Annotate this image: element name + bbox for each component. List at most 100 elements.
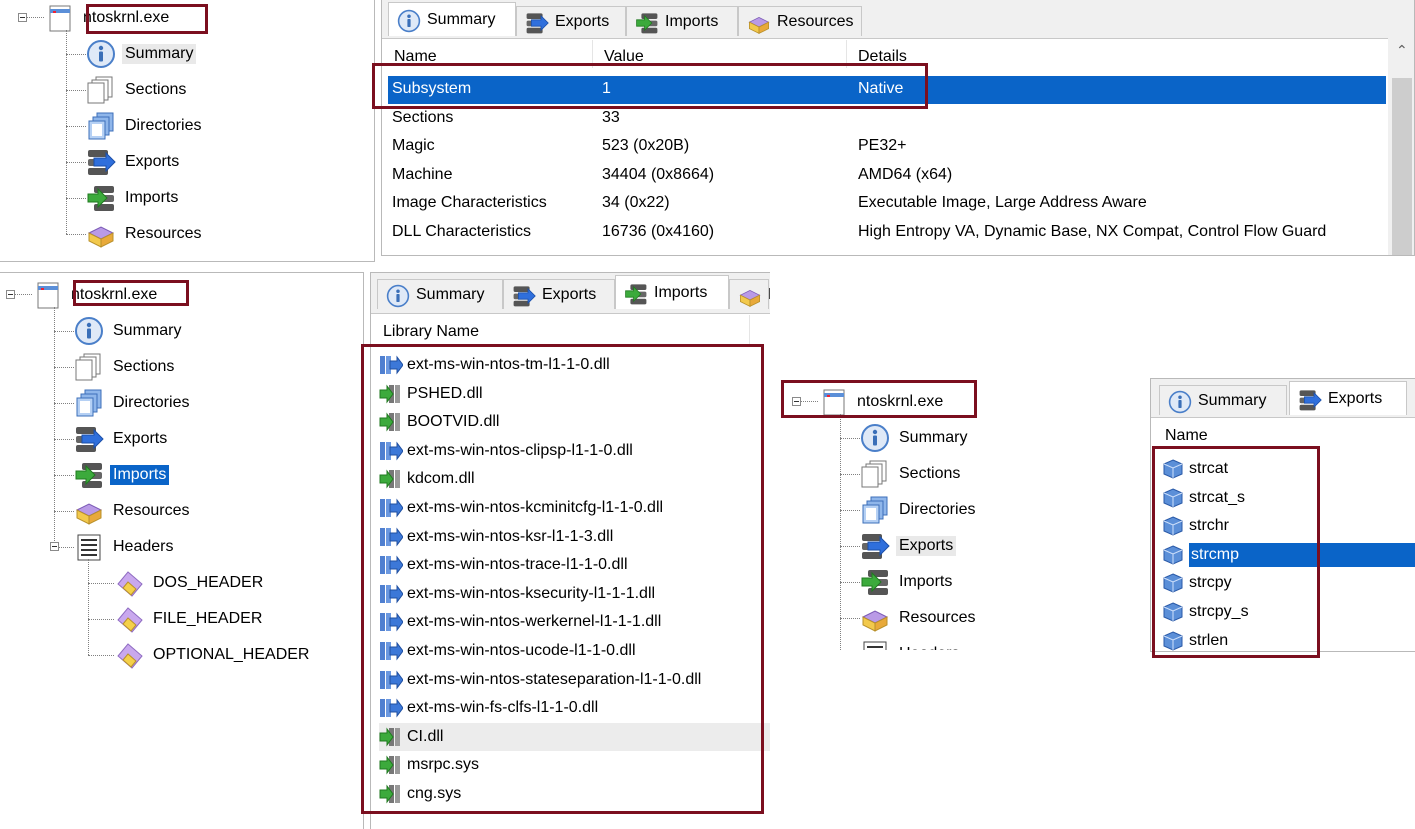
library-row[interactable]: cng.sys <box>379 780 770 808</box>
column-header-value[interactable]: Value <box>604 48 644 66</box>
sections-icon <box>74 352 104 382</box>
tree-connector <box>66 162 86 163</box>
tab-imports[interactable]: Imports <box>615 275 729 309</box>
tree-expander[interactable] <box>50 542 59 551</box>
cell-details: Native <box>858 80 904 97</box>
library-row[interactable]: ext-ms-win-ntos-stateseparation-l1-1-0.d… <box>379 666 770 694</box>
column-header-details[interactable]: Details <box>858 48 907 66</box>
cell-details: Executable Image, Large Address Aware <box>858 194 1147 212</box>
export-row[interactable]: strlen <box>1161 627 1415 651</box>
tab-exports[interactable]: Exports <box>516 6 626 36</box>
library-row[interactable]: kdcom.dll <box>379 465 770 493</box>
tree-connector <box>54 403 74 404</box>
tree-item-exports[interactable]: Exports <box>86 146 182 178</box>
vertical-scrollbar[interactable]: ⌃ <box>1388 38 1414 255</box>
cell-name: DLL Characteristics <box>392 223 532 240</box>
export-row[interactable]: strchr <box>1161 512 1415 540</box>
tab-summary[interactable]: Summary <box>377 279 503 309</box>
tab-summary[interactable]: Summary <box>388 2 516 36</box>
library-row[interactable]: ext-ms-win-ntos-kcminitcfg-l1-1-0.dll <box>379 494 770 522</box>
table-row[interactable]: Subsystem 1 Native <box>388 76 1386 104</box>
library-row[interactable]: ext-ms-win-fs-clfs-l1-1-0.dll <box>379 694 770 722</box>
tree-item-label: Exports <box>125 153 180 170</box>
tree-item-exports[interactable]: Exports <box>74 423 170 455</box>
tree-item-label: Sections <box>113 358 175 375</box>
tree-item-imports[interactable]: Imports <box>86 182 181 214</box>
tab-exports[interactable]: Exports <box>1289 381 1407 415</box>
library-row[interactable]: ext-ms-win-ntos-werkernel-l1-1-1.dll <box>379 608 770 636</box>
column-header-name[interactable]: Name <box>1165 427 1208 445</box>
tree-item-resources[interactable]: Resources <box>86 218 204 250</box>
cell-name: Subsystem <box>392 80 472 97</box>
table-row[interactable]: Sections 33 <box>388 105 1386 133</box>
export-row[interactable]: strcpy_s <box>1161 598 1415 626</box>
library-row[interactable]: CI.dll <box>379 722 770 751</box>
tree-item-label: Resources <box>899 609 976 626</box>
tree-item-sections[interactable]: Sections <box>860 458 963 490</box>
tree-connector <box>840 618 860 619</box>
export-row[interactable]: strcmp <box>1161 541 1415 569</box>
library-name: kdcom.dll <box>407 470 475 488</box>
library-row[interactable]: msrpc.sys <box>379 751 770 779</box>
tree-item-summary[interactable]: Summary <box>86 38 197 70</box>
tree-item-headers[interactable]: Headers <box>860 638 962 650</box>
tree-item-headers[interactable]: Headers <box>74 531 176 563</box>
tree-expander[interactable] <box>6 290 15 299</box>
column-header-library-name[interactable]: Library Name <box>383 323 479 341</box>
export-row[interactable]: strcat <box>1161 455 1415 483</box>
tree-root-file[interactable]: ntoskrnl.exe <box>44 2 172 34</box>
directories-icon <box>86 111 116 141</box>
tree-item-label: Resources <box>125 225 202 242</box>
table-row[interactable]: Machine 34404 (0x8664) AMD64 (x64) <box>388 162 1386 190</box>
tree-expander[interactable] <box>792 397 801 406</box>
chevron-up-icon[interactable]: ⌃ <box>1396 42 1408 59</box>
tree-item-directories[interactable]: Directories <box>860 494 978 526</box>
tree-item-summary[interactable]: Summary <box>74 315 184 347</box>
library-row[interactable]: PSHED.dll <box>379 380 770 408</box>
export-row[interactable]: strcat_s <box>1161 484 1415 512</box>
tree-item-label: Directories <box>899 501 976 518</box>
table-row[interactable]: DLL Characteristics 16736 (0x4160) High En… <box>388 219 1386 247</box>
panel-bottom-list: Summary Exports Imports R Library Name ext-… <box>370 272 770 829</box>
tree-item-optional-header[interactable]: OPTIONAL_HEADER <box>114 639 312 671</box>
library-row[interactable]: BOOTVID.dll <box>379 408 770 436</box>
tree-item-sections[interactable]: Sections <box>86 74 189 106</box>
library-row[interactable]: ext-ms-win-ntos-ksr-l1-1-3.dll <box>379 523 770 551</box>
tab-exports[interactable]: Exports <box>503 279 615 309</box>
tree-item-directories[interactable]: Directories <box>86 110 204 142</box>
tab-imports[interactable]: Imports <box>626 6 738 36</box>
library-row[interactable]: ext-ms-win-ntos-tm-l1-1-0.dll <box>379 351 770 379</box>
library-row[interactable]: ext-ms-win-ntos-trace-l1-1-0.dll <box>379 551 770 579</box>
export-row[interactable]: strcpy <box>1161 569 1415 597</box>
tree-item-sections[interactable]: Sections <box>74 351 177 383</box>
tree-item-directories[interactable]: Directories <box>74 387 192 419</box>
tree-item-resources[interactable]: Resources <box>860 602 978 634</box>
tree-root-file[interactable]: ntoskrnl.exe <box>818 386 946 418</box>
library-row[interactable]: ext-ms-win-ntos-ksecurity-l1-1-1.dll <box>379 580 770 608</box>
tab-r[interactable]: R <box>729 279 770 309</box>
function-icon <box>1161 515 1185 537</box>
tree-item-file-header[interactable]: FILE_HEADER <box>114 603 265 635</box>
scrollbar-thumb[interactable] <box>1392 78 1412 255</box>
tree-item-label: Imports <box>110 465 170 485</box>
tree-expander[interactable] <box>18 13 27 22</box>
tree-root-file[interactable]: ntoskrnl.exe <box>32 279 160 311</box>
library-row[interactable]: ext-ms-win-ntos-ucode-l1-1-0.dll <box>379 637 770 665</box>
tree-connector <box>88 619 114 620</box>
tree-item-label: Resources <box>113 502 190 519</box>
tree-item-summary[interactable]: Summary <box>860 422 970 454</box>
tree-item-resources[interactable]: Resources <box>74 495 192 527</box>
tree-item-imports[interactable]: Imports <box>74 459 170 491</box>
tab-summary[interactable]: Summary <box>1159 385 1287 415</box>
table-row[interactable]: Magic 523 (0x20B) PE32+ <box>388 133 1386 161</box>
header-item-icon <box>114 640 144 670</box>
tree-connector <box>88 559 89 655</box>
tree-item-dos-header[interactable]: DOS_HEADER <box>114 567 266 599</box>
table-row[interactable]: Image Characteristics 34 (0x22) Executable… <box>388 190 1386 218</box>
tree-item-imports[interactable]: Imports <box>860 566 955 598</box>
tree-item-exports[interactable]: Exports <box>860 530 957 562</box>
column-header-name[interactable]: Name <box>394 48 437 66</box>
library-row[interactable]: ext-ms-win-ntos-clipsp-l1-1-0.dll <box>379 437 770 465</box>
tab-resources[interactable]: Resources <box>738 6 862 36</box>
exports-icon <box>74 424 104 454</box>
